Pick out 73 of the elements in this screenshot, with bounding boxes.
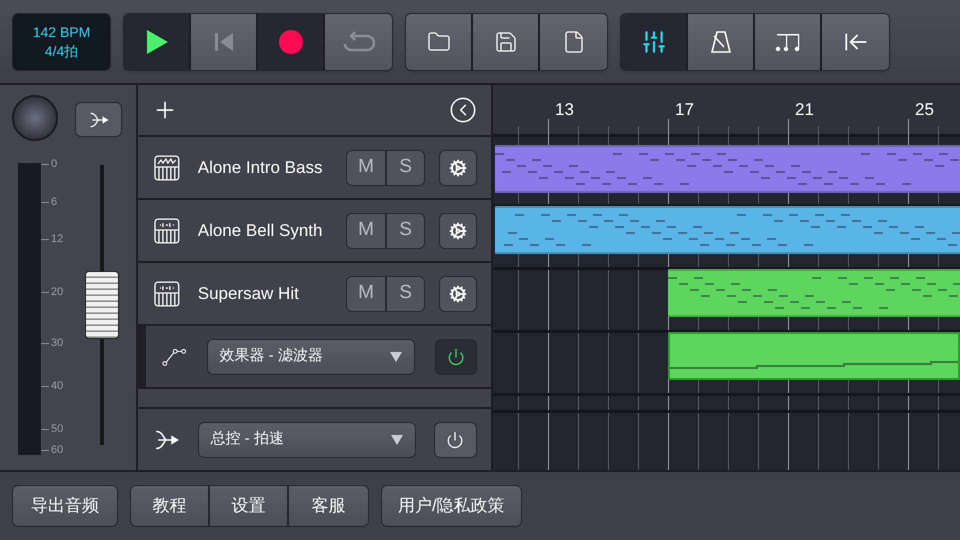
track-name: Alone Intro Bass <box>198 156 324 179</box>
mixer-view-button[interactable] <box>621 14 688 70</box>
settings-icon <box>449 222 468 240</box>
piano-icon <box>154 280 180 306</box>
dropdown-arrow-icon <box>390 434 403 446</box>
record-icon <box>278 30 302 54</box>
bpm-text: 142 BPM <box>32 22 90 42</box>
save-file-button[interactable] <box>473 14 540 70</box>
menu-button[interactable]: 客服 <box>289 486 368 526</box>
power-icon <box>446 430 464 448</box>
chevron-left-circle-icon <box>449 96 477 124</box>
dropdown-select[interactable]: 总控 - 拍速 <box>198 422 416 458</box>
power-icon <box>447 348 466 366</box>
scale-label: 50 <box>51 424 64 435</box>
solo-button[interactable]: S <box>386 276 424 310</box>
record-button[interactable] <box>258 14 325 70</box>
dropdown-select[interactable]: 效果器 - 滤波器 <box>206 338 416 374</box>
scale-label: 20 <box>51 287 64 298</box>
folder-icon <box>426 30 450 54</box>
privacy-policy-button[interactable]: 用户/隐私政策 <box>381 485 522 527</box>
automation-line-icon <box>670 360 958 372</box>
bar-number: 17 <box>675 99 694 121</box>
tempo-display[interactable]: 142 BPM 4/4拍 <box>12 12 111 70</box>
new-file-button[interactable] <box>540 14 607 70</box>
piano-icon <box>154 154 180 180</box>
settings-button[interactable] <box>439 212 477 248</box>
export-audio-button[interactable]: 导出音频 <box>12 485 118 527</box>
save-icon <box>494 30 518 54</box>
collapse-view-button[interactable] <box>822 14 889 70</box>
volume-knob[interactable] <box>12 95 58 141</box>
rewind-button[interactable] <box>191 14 258 70</box>
solo-button[interactable]: S <box>386 214 424 248</box>
fader-thumb[interactable] <box>85 271 119 339</box>
open-file-button[interactable] <box>406 14 473 70</box>
bar-number: 13 <box>555 99 574 121</box>
scale-label: 12 <box>51 234 64 245</box>
scale-label: 40 <box>51 381 64 392</box>
power-button[interactable] <box>435 338 477 374</box>
settings-icon <box>449 284 468 302</box>
metronome-view-button[interactable] <box>688 14 755 70</box>
scale-label: 60 <box>51 445 64 456</box>
menu-button[interactable]: 设置 <box>210 486 289 526</box>
track-name: Supersaw Hit <box>198 282 300 305</box>
skip-back-icon <box>214 32 234 52</box>
play-button[interactable] <box>124 14 191 70</box>
menu-button[interactable]: 教程 <box>131 486 210 526</box>
dropdown-arrow-icon <box>390 350 402 362</box>
loop-icon <box>342 30 374 52</box>
solo-button[interactable]: S <box>386 150 424 184</box>
mute-button[interactable]: M <box>347 150 387 184</box>
settings-button[interactable] <box>439 150 477 186</box>
bar-number: 25 <box>915 99 934 121</box>
bar-number: 21 <box>795 99 814 121</box>
metronome-icon <box>710 30 732 54</box>
scale-label: 0 <box>51 159 58 170</box>
automation-clip[interactable] <box>668 332 960 380</box>
mute-button[interactable]: M <box>347 214 387 248</box>
sliders-icon <box>640 28 666 54</box>
settings-icon <box>449 158 468 176</box>
output-button[interactable] <box>75 102 122 137</box>
piano-icon <box>154 218 180 244</box>
track-name: Alone Bell Synth <box>198 220 324 242</box>
fork-arrow-icon <box>88 110 108 130</box>
scale-label: 30 <box>51 338 64 349</box>
collapse-button[interactable] <box>449 96 477 124</box>
scale-label: 6 <box>51 197 58 208</box>
mute-button[interactable]: M <box>347 276 387 310</box>
meter-text: 4/4拍 <box>44 42 78 60</box>
automation-curve-icon <box>162 346 187 366</box>
settings-button[interactable] <box>439 276 477 312</box>
notes-view-button[interactable] <box>755 14 822 70</box>
power-button[interactable] <box>434 422 477 458</box>
play-icon <box>144 28 168 54</box>
